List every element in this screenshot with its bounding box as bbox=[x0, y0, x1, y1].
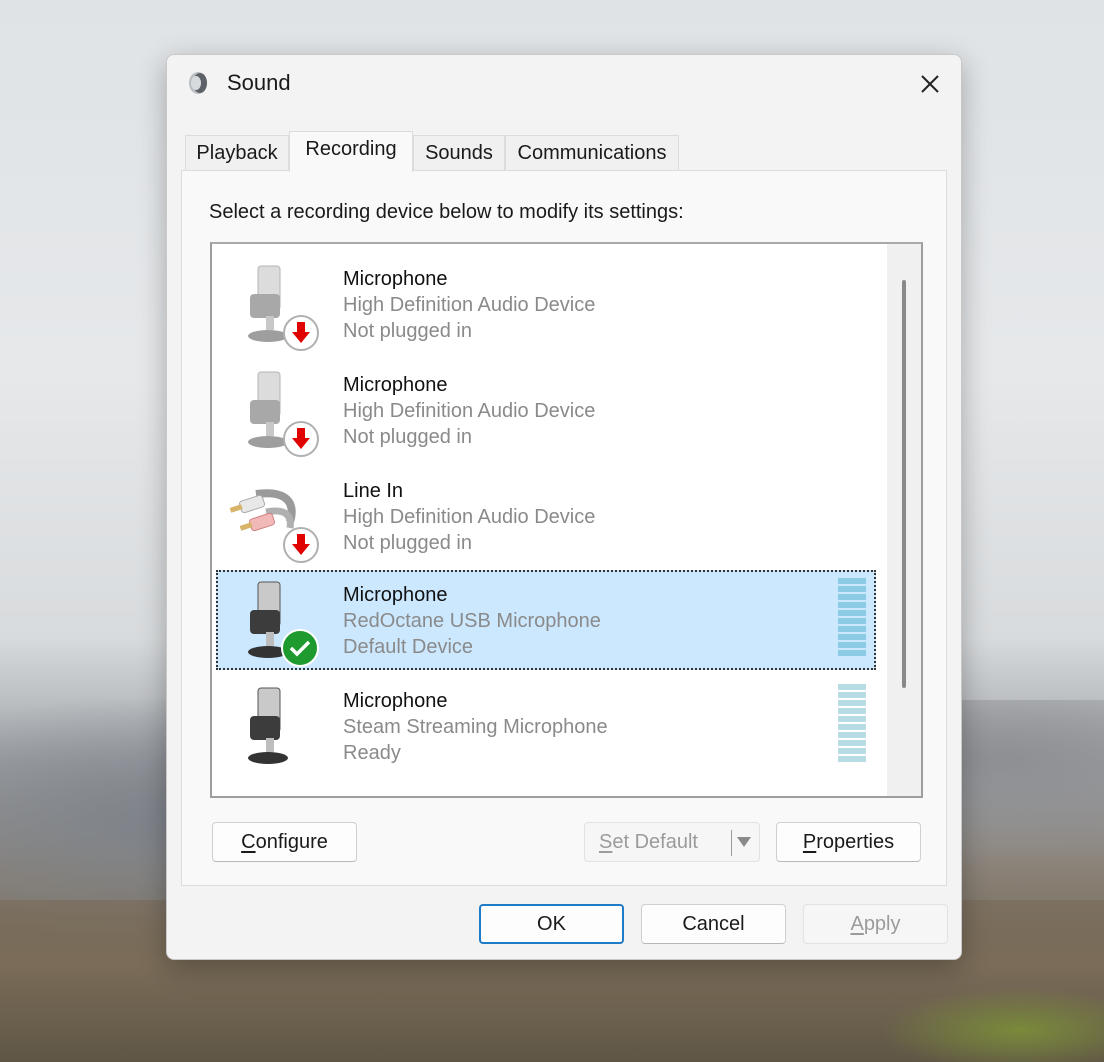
unplugged-arrow-icon bbox=[283, 421, 319, 457]
default-check-icon bbox=[281, 629, 319, 667]
properties-button[interactable]: Properties bbox=[776, 822, 921, 862]
level-meter-segment bbox=[838, 684, 866, 690]
level-meter-segment bbox=[838, 740, 866, 746]
tab-label: Recording bbox=[305, 137, 397, 160]
button-label: onfigure bbox=[255, 830, 328, 853]
close-icon bbox=[921, 75, 939, 93]
device-description: High Definition Audio Device bbox=[343, 294, 596, 316]
device-description: High Definition Audio Device bbox=[343, 400, 596, 422]
cancel-button[interactable]: Cancel bbox=[641, 904, 786, 944]
tab-sounds[interactable]: Sounds bbox=[413, 135, 505, 171]
level-meter-segment bbox=[838, 716, 866, 722]
scrollbar-thumb[interactable] bbox=[902, 280, 906, 688]
unplugged-arrow-icon bbox=[283, 315, 319, 351]
level-meter-segment bbox=[838, 692, 866, 698]
button-label: Cancel bbox=[682, 912, 745, 935]
speaker-icon bbox=[189, 72, 207, 94]
level-meter bbox=[838, 578, 868, 658]
recording-panel: Select a recording device below to modif… bbox=[181, 170, 947, 886]
level-meter-segment bbox=[838, 578, 866, 584]
instruction-text: Select a recording device below to modif… bbox=[209, 201, 684, 223]
device-status: Ready bbox=[343, 742, 401, 764]
device-item-selected[interactable]: Microphone RedOctane USB Microphone Defa… bbox=[216, 570, 876, 670]
mnemonic-letter: S bbox=[599, 830, 613, 853]
window-title: Sound bbox=[227, 70, 291, 95]
level-meter-segment bbox=[838, 724, 866, 730]
tab-recording[interactable]: Recording bbox=[289, 131, 413, 172]
device-list[interactable]: Microphone High Definition Audio Device … bbox=[210, 242, 923, 798]
configure-button[interactable]: Configure bbox=[212, 822, 357, 862]
device-name: Microphone bbox=[343, 268, 448, 290]
device-name: Line In bbox=[343, 480, 404, 502]
button-label: OK bbox=[537, 912, 566, 935]
device-name: Microphone bbox=[343, 584, 448, 606]
title-bar[interactable]: Sound bbox=[167, 55, 961, 113]
level-meter-segment bbox=[838, 756, 866, 762]
apply-button[interactable]: Apply bbox=[803, 904, 948, 944]
level-meter-segment bbox=[838, 602, 866, 608]
level-meter-segment bbox=[838, 700, 866, 706]
device-name: Microphone bbox=[343, 690, 448, 712]
button-label: pply bbox=[863, 912, 901, 935]
microphone-icon bbox=[248, 687, 288, 764]
ok-button[interactable]: OK bbox=[479, 904, 624, 944]
device-name: Microphone bbox=[343, 374, 448, 396]
close-button[interactable] bbox=[909, 63, 951, 105]
split-separator bbox=[731, 830, 732, 856]
level-meter-segment bbox=[838, 650, 866, 656]
device-item[interactable]: Microphone Steam Streaming Microphone Re… bbox=[216, 676, 876, 776]
device-status: Not plugged in bbox=[343, 320, 472, 342]
mnemonic-letter: C bbox=[241, 830, 256, 853]
level-meter-segment bbox=[838, 748, 866, 754]
level-meter-segment bbox=[838, 642, 866, 648]
tab-communications[interactable]: Communications bbox=[505, 135, 679, 171]
level-meter-segment bbox=[838, 610, 866, 616]
device-status: Not plugged in bbox=[343, 426, 472, 448]
mnemonic-letter: P bbox=[802, 830, 817, 853]
tab-playback[interactable]: Playback bbox=[185, 135, 289, 171]
device-item[interactable]: Line In High Definition Audio Device Not… bbox=[216, 466, 876, 566]
device-status: Not plugged in bbox=[343, 532, 472, 554]
level-meter-segment bbox=[838, 618, 866, 624]
tab-label: Communications bbox=[517, 142, 667, 164]
level-meter-segment bbox=[838, 634, 866, 640]
device-item[interactable]: Microphone High Definition Audio Device … bbox=[216, 360, 876, 460]
tab-label: Playback bbox=[196, 142, 278, 164]
button-label: roperties bbox=[816, 830, 895, 853]
device-item[interactable]: Microphone High Definition Audio Device … bbox=[216, 254, 876, 354]
device-description: Steam Streaming Microphone bbox=[343, 716, 608, 738]
level-meter-segment bbox=[838, 594, 866, 600]
mnemonic-letter: A bbox=[850, 912, 864, 935]
set-default-split-button[interactable]: Set Default bbox=[584, 822, 760, 862]
device-status: Default Device bbox=[343, 636, 474, 658]
level-meter-segment bbox=[838, 626, 866, 632]
unplugged-arrow-icon bbox=[283, 527, 319, 563]
device-description: High Definition Audio Device bbox=[343, 506, 596, 528]
dropdown-arrow-icon[interactable] bbox=[737, 837, 751, 847]
level-meter-segment bbox=[838, 708, 866, 714]
button-label: et Default bbox=[612, 830, 698, 853]
tab-label: Sounds bbox=[425, 142, 493, 164]
level-meter-segment bbox=[838, 586, 866, 592]
sound-dialog: Sound Playback Recording Sounds Communic… bbox=[166, 54, 962, 960]
vertical-scrollbar[interactable] bbox=[887, 244, 921, 796]
level-meter-segment bbox=[838, 732, 866, 738]
device-description: RedOctane USB Microphone bbox=[343, 610, 601, 632]
background-grass bbox=[820, 960, 1104, 1062]
level-meter bbox=[838, 684, 868, 764]
